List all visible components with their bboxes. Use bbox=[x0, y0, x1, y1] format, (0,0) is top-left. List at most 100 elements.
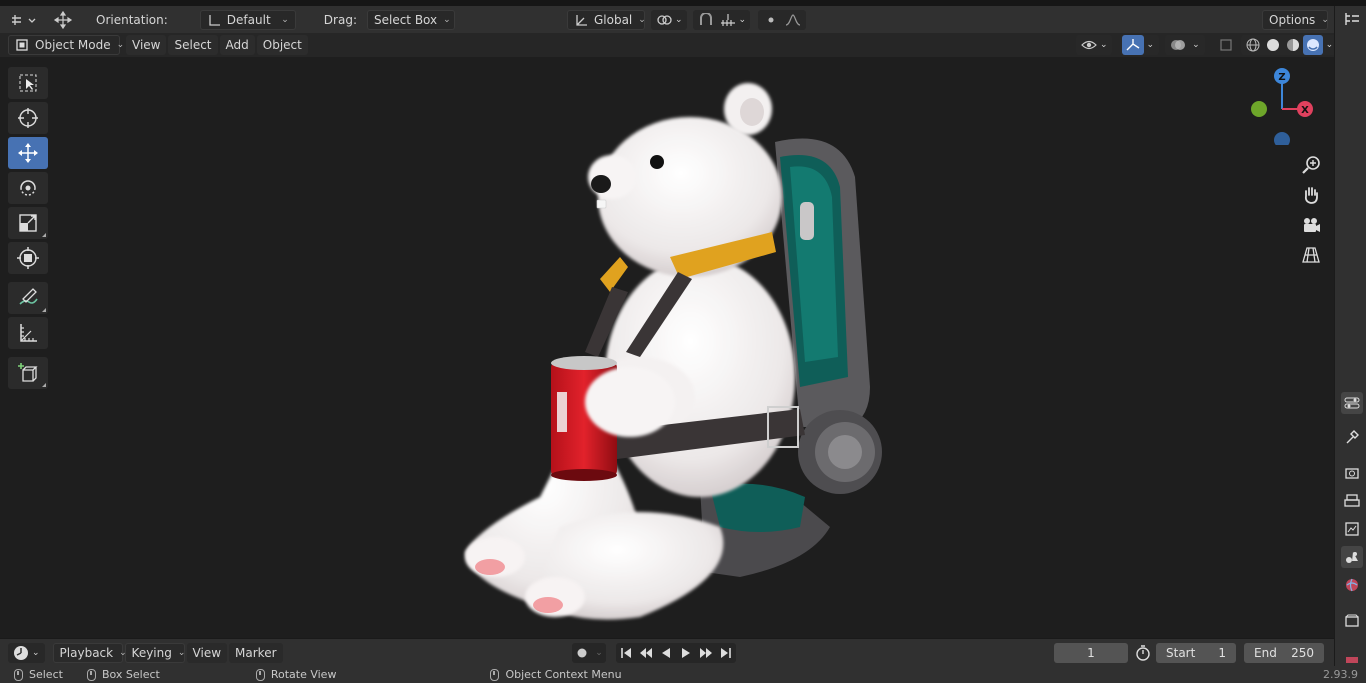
tool-shelf bbox=[8, 67, 50, 392]
render-properties-icon[interactable] bbox=[1341, 462, 1363, 484]
view-layer-properties-icon[interactable] bbox=[1341, 518, 1363, 540]
pan-hand-icon[interactable] bbox=[1298, 182, 1324, 208]
tool-move[interactable] bbox=[8, 137, 48, 169]
timeline-header: ⌄ Playback ⌄ Keying ⌄ View Marker ⌄ 1 St… bbox=[0, 638, 1334, 666]
menu-select[interactable]: Select bbox=[168, 35, 218, 55]
editor-type-icon bbox=[12, 14, 36, 25]
solid-shading-icon[interactable] bbox=[1263, 35, 1283, 55]
timeline-editor-type[interactable]: ⌄ bbox=[8, 642, 45, 663]
chevron-down-icon: ⌄ bbox=[177, 647, 186, 658]
drag-dropdown[interactable]: Select Box ⌄ bbox=[366, 9, 455, 30]
3d-viewport[interactable]: Z X ‹ bbox=[0, 57, 1334, 638]
prev-keyframe-icon[interactable] bbox=[636, 643, 656, 663]
chevron-down-icon[interactable]: ⌄ bbox=[1326, 40, 1334, 50]
tool-settings-tab-icon[interactable] bbox=[1341, 392, 1363, 414]
tool-measure[interactable] bbox=[8, 317, 48, 349]
status-context-menu: Object Context Menu bbox=[490, 668, 622, 681]
falloff-curve-icon[interactable] bbox=[782, 10, 804, 30]
tool-select-box[interactable] bbox=[8, 67, 48, 99]
proportional-edit-icon[interactable] bbox=[760, 10, 782, 30]
scene-properties-icon[interactable] bbox=[1341, 546, 1363, 568]
start-frame-field[interactable]: Start 1 bbox=[1156, 643, 1236, 663]
next-keyframe-icon[interactable] bbox=[696, 643, 716, 663]
chevron-down-icon: ⌄ bbox=[1100, 40, 1108, 50]
collection-properties-icon[interactable] bbox=[1341, 610, 1363, 632]
material-preview-icon[interactable] bbox=[1283, 35, 1303, 55]
tool-annotate[interactable] bbox=[8, 282, 48, 314]
start-value: 1 bbox=[1218, 646, 1226, 660]
jump-end-icon[interactable] bbox=[716, 643, 736, 663]
eye-icon bbox=[1078, 35, 1100, 55]
chevron-down-icon[interactable]: ⌄ bbox=[1192, 40, 1200, 50]
add-cube-icon bbox=[18, 363, 38, 382]
tool-rotate[interactable] bbox=[8, 172, 48, 204]
tool-variants-corner bbox=[42, 308, 46, 312]
perspective-grid-icon[interactable] bbox=[1298, 242, 1324, 268]
marker-menu[interactable]: Marker bbox=[229, 642, 283, 663]
navigation-tools bbox=[1298, 152, 1326, 272]
zoom-icon[interactable] bbox=[1298, 152, 1324, 178]
keying-menu[interactable]: Keying ⌄ bbox=[124, 642, 186, 663]
tool-variants-corner bbox=[42, 233, 46, 237]
rendered-shading-icon[interactable] bbox=[1302, 35, 1323, 55]
camera-view-icon[interactable] bbox=[1298, 212, 1324, 238]
wireframe-shading-icon[interactable] bbox=[1243, 35, 1263, 55]
status-box-select: Box Select bbox=[86, 668, 160, 681]
texture-properties-icon[interactable] bbox=[1341, 646, 1363, 668]
tool-scale[interactable] bbox=[8, 207, 48, 239]
transform-orientation-dropdown[interactable]: Global ⌄ bbox=[566, 9, 646, 30]
visibility-dropdown[interactable]: ⌄ bbox=[1076, 35, 1112, 55]
chevron-down-icon: ⌄ bbox=[1321, 15, 1329, 25]
chevron-down-icon[interactable]: ⌄ bbox=[592, 643, 606, 663]
pivot-point-icon bbox=[653, 10, 675, 30]
drag-label: Drag: bbox=[323, 12, 357, 27]
xray-toggle-icon[interactable] bbox=[1215, 35, 1237, 55]
transform-icon[interactable] bbox=[50, 10, 76, 30]
options-dropdown[interactable]: Options ⌄ bbox=[1262, 10, 1329, 30]
cursor-icon bbox=[18, 108, 38, 128]
status-context-label: Object Context Menu bbox=[505, 668, 622, 681]
tool-add-cube[interactable] bbox=[8, 357, 48, 389]
end-frame-field[interactable]: End 250 bbox=[1244, 643, 1324, 663]
play-icon[interactable] bbox=[676, 643, 696, 663]
properties-tab-strip bbox=[1334, 6, 1366, 683]
snap-toggle-icon[interactable] bbox=[695, 10, 717, 30]
status-rotate-view: Rotate View bbox=[255, 668, 336, 681]
snapping-group: ⌄ bbox=[692, 9, 751, 30]
select-box-icon bbox=[19, 74, 37, 92]
current-frame-value: 1 bbox=[1087, 646, 1095, 660]
keying-label: Keying bbox=[131, 645, 172, 660]
output-properties-icon[interactable] bbox=[1341, 490, 1363, 512]
menu-add[interactable]: Add bbox=[219, 35, 255, 55]
chevron-down-icon[interactable]: ⌄ bbox=[1147, 40, 1155, 50]
current-frame-field[interactable]: 1 bbox=[1054, 643, 1128, 663]
orientation-label: Orientation: bbox=[96, 12, 168, 27]
playback-menu[interactable]: Playback ⌄ bbox=[52, 642, 127, 663]
orientation-value: Default bbox=[226, 12, 271, 27]
menu-view[interactable]: View bbox=[126, 35, 167, 55]
tool-transform[interactable] bbox=[8, 242, 48, 274]
play-reverse-icon[interactable] bbox=[656, 643, 676, 663]
gizmo-neg-z-axis[interactable] bbox=[1274, 132, 1290, 145]
status-bar: Select Box Select Rotate View Object Con… bbox=[0, 666, 1366, 683]
orientation-dropdown[interactable]: Default ⌄ bbox=[199, 9, 296, 30]
menu-object[interactable]: Object bbox=[256, 35, 308, 55]
tool-properties-icon[interactable] bbox=[1341, 426, 1363, 448]
stopwatch-icon[interactable] bbox=[1132, 643, 1154, 663]
snap-increment-icon[interactable] bbox=[717, 10, 739, 30]
editor-type-button[interactable] bbox=[8, 10, 40, 30]
jump-start-icon[interactable] bbox=[616, 643, 636, 663]
tool-cursor[interactable] bbox=[8, 102, 48, 134]
outliner-icon[interactable] bbox=[1341, 8, 1363, 30]
gizmo-toggle-icon[interactable] bbox=[1121, 35, 1144, 55]
mode-dropdown[interactable]: Object Mode ⌄ bbox=[8, 35, 124, 55]
world-properties-icon[interactable] bbox=[1341, 574, 1363, 596]
navigation-gizmo[interactable]: Z X bbox=[1244, 65, 1320, 145]
pivot-point-dropdown[interactable]: ⌄ bbox=[650, 9, 687, 30]
gizmo-y-axis[interactable] bbox=[1251, 101, 1267, 117]
drag-value: Select Box bbox=[373, 12, 438, 27]
status-box-select-label: Box Select bbox=[101, 668, 160, 681]
timeline-view-menu[interactable]: View bbox=[186, 642, 228, 663]
overlays-icon[interactable] bbox=[1167, 35, 1189, 55]
record-icon[interactable] bbox=[572, 643, 592, 663]
